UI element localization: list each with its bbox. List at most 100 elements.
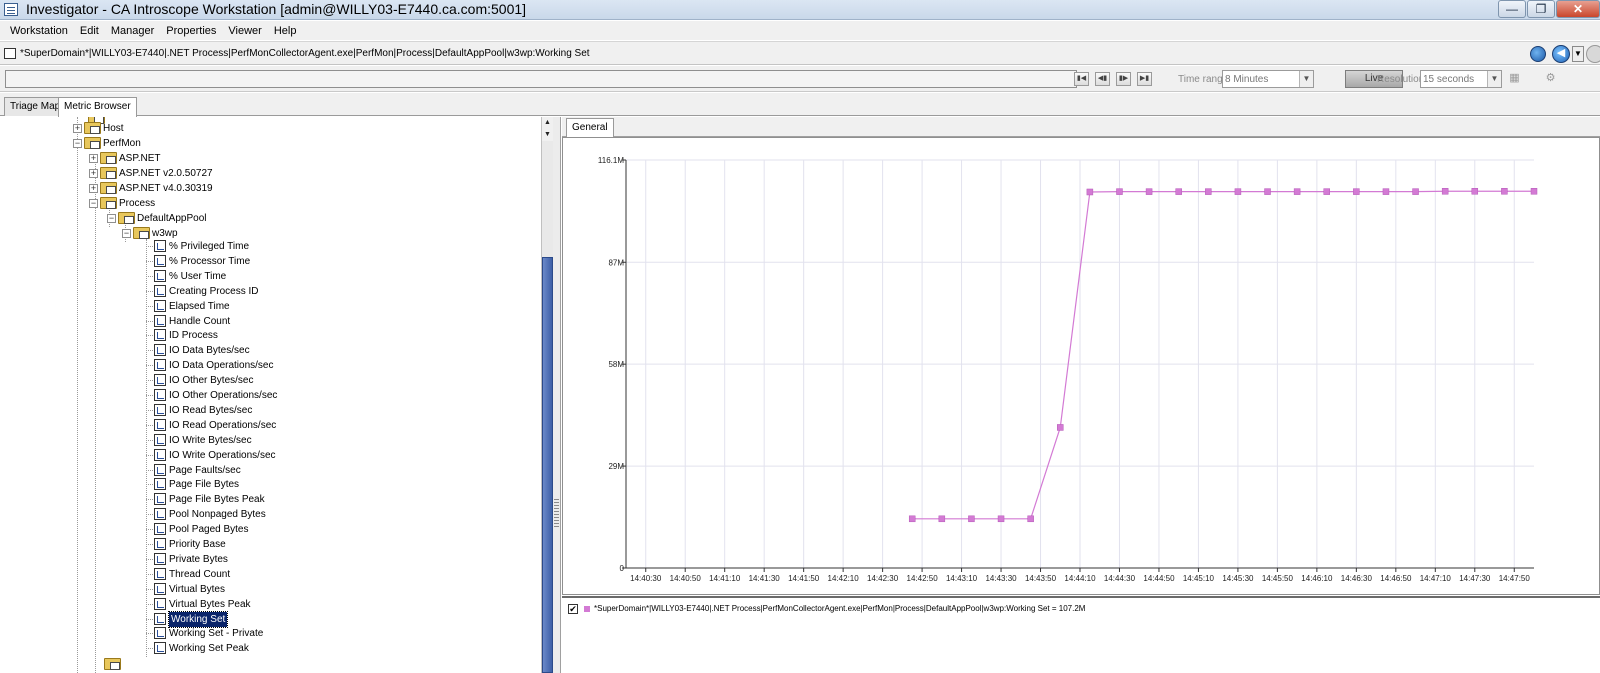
tree-guide-line [146,365,153,367]
splitter-grip-icon[interactable] [554,499,559,529]
expand-plus-icon[interactable]: + [89,184,98,193]
restore-button[interactable]: ❐ [1527,0,1555,18]
data-point[interactable] [1234,188,1242,195]
tree-guide-line [146,305,153,307]
back-arrow-icon[interactable]: ◀ [1552,45,1570,63]
menu-workstation[interactable]: Workstation [4,25,74,37]
time-range-value: 8 Minutes [1225,74,1269,85]
history-dropdown-icon[interactable]: ▼ [1572,46,1584,62]
data-point[interactable] [1323,188,1330,195]
metric-chart-icon [154,448,166,461]
metric-chart-icon [154,240,166,252]
metric-chart-icon [154,418,166,431]
title-bar: Investigator - CA Introscope Workstation… [0,0,1600,20]
data-point[interactable] [1116,188,1123,195]
tab-metric-browser[interactable]: Metric Browser [58,97,137,117]
step-back-icon[interactable]: ◀▮ [1095,72,1110,86]
data-point[interactable] [1175,188,1182,195]
data-point[interactable] [1027,515,1034,523]
menu-help[interactable]: Help [268,25,303,37]
tree-guide-line [146,588,153,590]
data-point[interactable] [1501,188,1508,195]
data-point[interactable] [1353,188,1360,195]
scroll-thumb[interactable] [542,257,553,673]
tree-guide-line [146,335,153,337]
tab-general[interactable]: General [566,118,614,138]
tree-guide-line [146,320,153,322]
legend-checkbox[interactable]: ✔ [568,604,578,614]
x-tick-label: 14:45:50 [1262,574,1294,583]
collapse-minus-icon[interactable]: − [89,199,98,208]
pane-splitter[interactable] [553,117,561,673]
data-point[interactable] [1145,188,1153,195]
metric-path-bar: *SuperDomain*|WILLY03-E7440|.NET Process… [0,41,1600,65]
menu-viewer[interactable]: Viewer [222,25,267,37]
tree-metric-label: Working Set [167,610,229,628]
expand-plus-icon[interactable]: + [89,169,98,178]
tree-metric-label: Page File Bytes [169,479,240,491]
data-point[interactable] [968,515,975,523]
forward-arrow-icon[interactable] [1586,45,1600,63]
globe-icon[interactable] [1530,46,1546,62]
data-point[interactable] [938,515,946,523]
x-tick-label: 14:43:10 [946,574,978,583]
x-tick-label: 14:44:50 [1143,574,1175,583]
scroll-down-icon[interactable]: ▼ [542,129,553,141]
x-tick-label: 14:45:10 [1183,574,1215,583]
metric-chart-icon [154,284,166,297]
time-range-select[interactable]: 8 Minutes ▼ [1222,70,1314,88]
menu-manager[interactable]: Manager [105,25,160,37]
data-point[interactable] [1264,188,1271,195]
folder-icon [100,182,117,194]
menu-properties[interactable]: Properties [160,25,222,37]
tree-metric-label: IO Write Bytes/sec [169,434,252,446]
tree-guide-line [95,157,96,673]
data-point[interactable] [1086,188,1094,196]
scroll-up-icon[interactable]: ▲ [542,117,553,129]
tree-scrollbar[interactable]: ▲ ▼ [541,117,553,673]
menu-edit[interactable]: Edit [74,25,105,37]
data-point[interactable] [1530,188,1538,195]
metric-chart-icon [154,597,166,610]
status-field [5,70,1077,88]
expand-plus-icon[interactable]: + [73,124,82,133]
resolution-select[interactable]: 15 seconds ▼ [1420,70,1502,88]
metric-path-icon [4,48,16,59]
expand-plus-icon[interactable]: + [89,154,98,163]
data-point[interactable] [908,515,916,523]
menu-bar: Workstation Edit Manager Properties View… [0,21,1600,40]
export-icon[interactable]: ▦ [1508,72,1521,85]
tree-metric-label: Virtual Bytes [169,583,225,595]
close-button[interactable]: ✕ [1556,0,1600,18]
tree-metric-label: Thread Count [169,568,231,580]
x-tick-label: 14:43:50 [1025,574,1057,583]
app-window-icon[interactable] [4,3,18,16]
settings-gear-icon[interactable]: ⚙ [1544,72,1557,85]
working-set-chart[interactable]: 116.1M 87M 58M 29M 0 14:40:30 14:40:50 14:41:10… [563,138,1599,594]
x-tick-label: 14:41:50 [788,574,820,583]
rewind-start-icon[interactable]: ▮◀ [1074,72,1089,86]
data-point[interactable] [1057,424,1064,431]
tree-node-label: PerfMon [103,138,141,149]
folder-icon [100,167,117,179]
data-point[interactable] [1382,188,1390,195]
x-tick-label: 14:42:50 [907,574,939,583]
data-point[interactable] [1441,188,1449,195]
step-forward-icon[interactable]: ▮▶ [1116,72,1131,86]
tree-guide-line [146,439,153,441]
forward-end-icon[interactable]: ▶▮ [1137,72,1152,86]
tab-triage-map[interactable]: Triage Map [4,97,67,116]
data-point[interactable] [1412,188,1419,195]
data-point[interactable] [997,515,1005,523]
collapse-minus-icon[interactable]: − [73,139,82,148]
collapse-minus-icon[interactable]: − [122,229,131,238]
tree-guide-line [146,246,153,247]
tree-guide-line [146,454,153,456]
metric-chart-icon [154,403,166,416]
minimize-button[interactable]: — [1498,0,1526,18]
collapse-minus-icon[interactable]: − [107,214,116,223]
data-point[interactable] [1293,188,1301,195]
data-point[interactable] [1471,188,1479,195]
metric-chart-icon [154,269,166,282]
data-point[interactable] [1205,188,1212,195]
